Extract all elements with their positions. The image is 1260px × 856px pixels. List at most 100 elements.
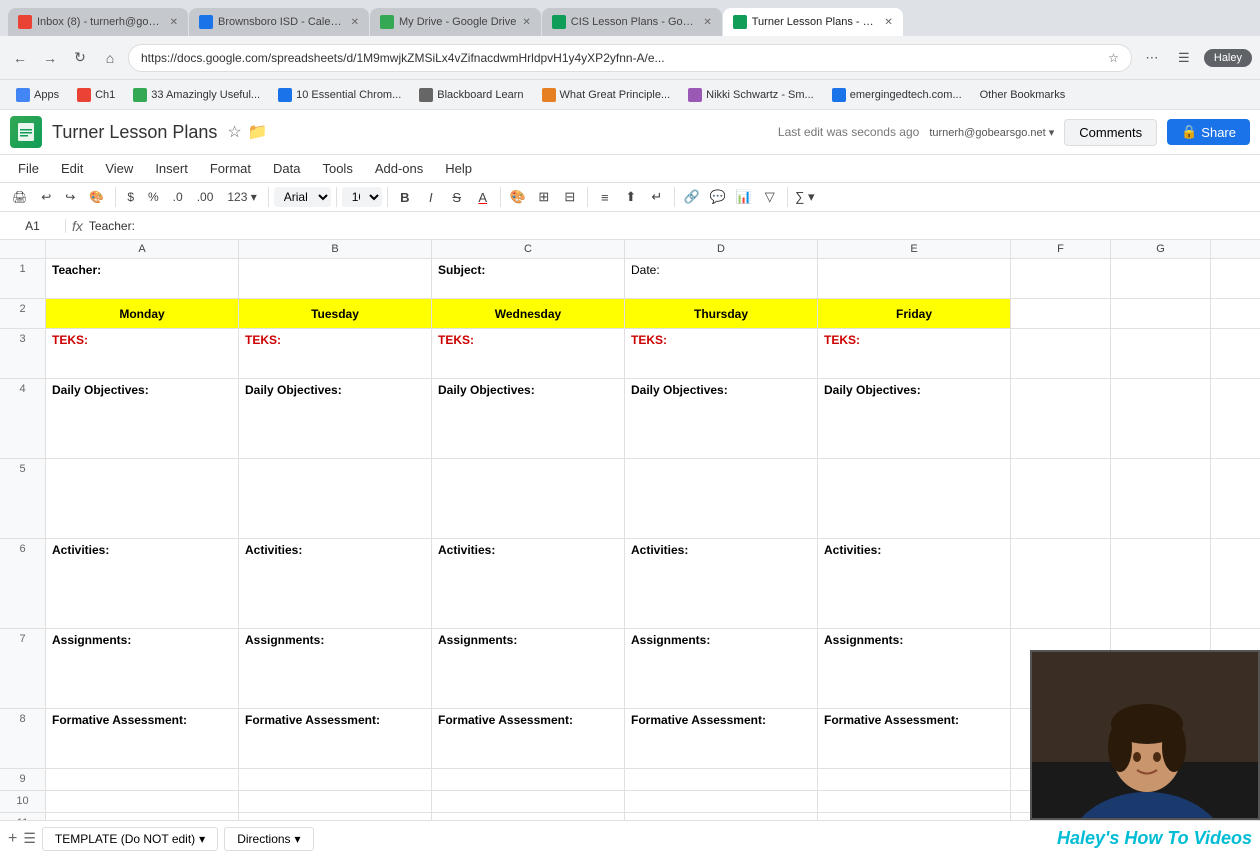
bookmark-star-icon[interactable]: ☆ [227, 122, 241, 142]
print-button[interactable]: 🖨 [6, 187, 33, 207]
home-button[interactable]: ⌂ [98, 46, 122, 70]
cell-a9[interactable] [46, 769, 239, 790]
menu-edit[interactable]: Edit [51, 157, 93, 180]
cell-a7[interactable]: Assignments: [46, 629, 239, 708]
bold-button[interactable]: B [393, 185, 417, 209]
cell-d11[interactable] [625, 813, 818, 820]
decimal-decrease-button[interactable]: .0 [167, 187, 189, 207]
cell-e4[interactable]: Daily Objectives: [818, 379, 1011, 458]
cell-c11[interactable] [432, 813, 625, 820]
cell-b3[interactable]: TEKS: [239, 329, 432, 378]
cell-f5[interactable] [1011, 459, 1111, 538]
bookmark-10essential[interactable]: 10 Essential Chrom... [270, 86, 409, 104]
col-header-e[interactable]: E [818, 240, 1011, 258]
cell-d10[interactable] [625, 791, 818, 812]
cell-d6[interactable]: Activities: [625, 539, 818, 628]
cell-d5[interactable] [625, 459, 818, 538]
cell-e10[interactable] [818, 791, 1011, 812]
font-select[interactable]: Arial [274, 187, 331, 207]
cell-d8[interactable]: Formative Assessment: [625, 709, 818, 768]
forward-button[interactable]: → [38, 46, 62, 70]
cell-b5[interactable] [239, 459, 432, 538]
cell-e7[interactable]: Assignments: [818, 629, 1011, 708]
bookmark-ch1[interactable]: Ch1 [69, 86, 123, 104]
cell-b4[interactable]: Daily Objectives: [239, 379, 432, 458]
cell-reference[interactable]: A1 [6, 219, 66, 233]
cell-g6[interactable] [1111, 539, 1211, 628]
cell-a3[interactable]: TEKS: [46, 329, 239, 378]
cell-e5[interactable] [818, 459, 1011, 538]
cell-c6[interactable]: Activities: [432, 539, 625, 628]
paint-format-button[interactable]: 🎨 [83, 187, 110, 207]
user-email[interactable]: turnerh@gobearsgo.net ▾ [929, 126, 1054, 139]
undo-button[interactable]: ↩ [35, 187, 57, 207]
cell-a4[interactable]: Daily Objectives: [46, 379, 239, 458]
cell-e9[interactable] [818, 769, 1011, 790]
sheet-tab-template-dropdown[interactable]: ▾ [199, 832, 205, 846]
cell-g4[interactable] [1111, 379, 1211, 458]
cell-a2[interactable]: Monday [46, 299, 239, 328]
formula-input[interactable]: Teacher: [89, 219, 1254, 233]
cell-b10[interactable] [239, 791, 432, 812]
col-header-g[interactable]: G [1111, 240, 1211, 258]
cell-d7[interactable]: Assignments: [625, 629, 818, 708]
cell-c4[interactable]: Daily Objectives: [432, 379, 625, 458]
cell-c5[interactable] [432, 459, 625, 538]
borders-button[interactable]: ⊞ [532, 185, 556, 209]
tab-close-cis[interactable]: ✕ [703, 17, 711, 28]
cell-c3[interactable]: TEKS: [432, 329, 625, 378]
cell-d3[interactable]: TEKS: [625, 329, 818, 378]
bookmark-nikki[interactable]: Nikki Schwartz - Sm... [680, 86, 822, 104]
tab-close-drive[interactable]: ✕ [522, 17, 530, 28]
cell-b7[interactable]: Assignments: [239, 629, 432, 708]
move-to-folder-icon[interactable]: 📁 [248, 122, 268, 142]
cell-b8[interactable]: Formative Assessment: [239, 709, 432, 768]
insert-comment-button[interactable]: 💬 [706, 185, 730, 209]
tab-close-turner[interactable]: ✕ [884, 17, 892, 28]
align-top-button[interactable]: ⬆ [619, 185, 643, 209]
cell-f2[interactable] [1011, 299, 1111, 328]
cell-c10[interactable] [432, 791, 625, 812]
cell-c7[interactable]: Assignments: [432, 629, 625, 708]
tab-turner[interactable]: Turner Lesson Plans - Goo... ✕ [723, 8, 903, 36]
menu-addons[interactable]: Add-ons [365, 157, 433, 180]
menu-insert[interactable]: Insert [145, 157, 198, 180]
bookmark-blackboard[interactable]: Blackboard Learn [411, 86, 531, 104]
currency-button[interactable]: $ [121, 187, 140, 207]
cell-a10[interactable] [46, 791, 239, 812]
italic-button[interactable]: I [419, 185, 443, 209]
cell-a1[interactable]: Teacher: [46, 259, 239, 298]
bookmark-other[interactable]: Other Bookmarks [972, 87, 1074, 103]
star-icon[interactable]: ☆ [1108, 51, 1119, 65]
cell-g3[interactable] [1111, 329, 1211, 378]
cell-c1[interactable]: Subject: [432, 259, 625, 298]
fill-color-button[interactable]: 🎨 [506, 185, 530, 209]
cell-d2[interactable]: Thursday [625, 299, 818, 328]
col-header-d[interactable]: D [625, 240, 818, 258]
sheet-tab-directions[interactable]: Directions ▾ [224, 827, 313, 851]
cell-d1[interactable]: Date: [625, 259, 818, 298]
cell-e8[interactable]: Formative Assessment: [818, 709, 1011, 768]
decimal-increase-button[interactable]: .00 [191, 187, 220, 207]
cell-a11[interactable] [46, 813, 239, 820]
bookmark-33[interactable]: 33 Amazingly Useful... [125, 86, 268, 104]
cell-b9[interactable] [239, 769, 432, 790]
bookmark-emerging[interactable]: emergingedtech.com... [824, 86, 970, 104]
col-header-a[interactable]: A [46, 240, 239, 258]
tab-brownsboro[interactable]: Brownsboro ISD - Calenda... ✕ [189, 8, 369, 36]
col-header-b[interactable]: B [239, 240, 432, 258]
tab-inbox[interactable]: Inbox (8) - turnerh@gobe... ✕ [8, 8, 188, 36]
cell-e6[interactable]: Activities: [818, 539, 1011, 628]
cell-a5[interactable] [46, 459, 239, 538]
wrap-text-button[interactable]: ↵ [645, 185, 669, 209]
cell-f4[interactable] [1011, 379, 1111, 458]
cell-b11[interactable] [239, 813, 432, 820]
cell-b1[interactable] [239, 259, 432, 298]
col-header-c[interactable]: C [432, 240, 625, 258]
extensions-button[interactable]: ⋯ [1138, 44, 1166, 72]
filter-button[interactable]: ▽ [758, 185, 782, 209]
cell-c8[interactable]: Formative Assessment: [432, 709, 625, 768]
align-left-button[interactable]: ≡ [593, 185, 617, 209]
bookmark-whatgreat[interactable]: What Great Principle... [534, 86, 679, 104]
tab-cis[interactable]: CIS Lesson Plans - Google... ✕ [542, 8, 722, 36]
